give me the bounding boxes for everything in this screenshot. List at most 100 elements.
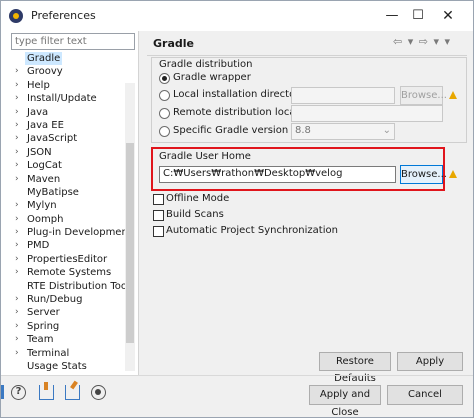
- chevron-right-icon[interactable]: ›: [15, 306, 25, 319]
- tree-item[interactable]: › PMD: [15, 239, 125, 252]
- window-edge-marker: [1, 385, 4, 399]
- tree-item-label: Team: [27, 334, 54, 346]
- auto-sync-label[interactable]: Automatic Project Synchronization: [166, 225, 338, 236]
- tree-item[interactable]: › Remote Systems: [15, 266, 125, 279]
- chevron-right-icon[interactable]: ›: [15, 92, 25, 105]
- tree-item[interactable]: › Team: [15, 333, 125, 346]
- tree-item[interactable]: › Oomph: [15, 213, 125, 226]
- restore-defaults-button[interactable]: Restore Defaults: [319, 352, 391, 384]
- gradle-wrapper-label[interactable]: Gradle wrapper: [173, 72, 251, 83]
- local-warning-icon: [449, 91, 457, 99]
- tree-item[interactable]: › Java EE: [15, 119, 125, 132]
- specific-version-select[interactable]: 8.8 ⌄: [291, 123, 395, 140]
- close-button[interactable]: ✕: [433, 3, 463, 29]
- chevron-right-icon[interactable]: ›: [15, 266, 25, 279]
- tree-item[interactable]: › Spring: [15, 320, 125, 333]
- chevron-right-icon[interactable]: ›: [15, 213, 25, 226]
- gradle-wrapper-radio[interactable]: [159, 73, 170, 84]
- tree-item[interactable]: › Run/Debug: [15, 293, 125, 306]
- tree-item[interactable]: › Install/Update: [15, 92, 125, 105]
- tree-item[interactable]: › Plug-in Development: [15, 226, 132, 239]
- tree-item-label: PMD: [27, 240, 50, 252]
- chevron-right-icon[interactable]: ›: [15, 159, 25, 172]
- export-icon[interactable]: [65, 385, 80, 400]
- chevron-right-icon[interactable]: ›: [15, 79, 25, 92]
- gradle-user-home-browse-button[interactable]: Browse...: [400, 165, 447, 184]
- tree-item-label: Mylyn: [27, 200, 57, 212]
- tree-item[interactable]: › Groovy: [15, 65, 125, 78]
- build-scans-label[interactable]: Build Scans: [166, 209, 224, 220]
- gradle-user-home-input[interactable]: C:₩Users₩rathon₩Desktop₩velog: [159, 166, 396, 183]
- specific-version-label[interactable]: Specific Gradle version: [173, 125, 288, 136]
- chevron-right-icon[interactable]: ›: [15, 173, 25, 186]
- gradle-user-home-legend: Gradle User Home: [159, 151, 251, 162]
- auto-sync-checkbox[interactable]: [153, 226, 164, 237]
- history-nav-arrows[interactable]: ⇦ ▾ ⇨ ▾ ▾: [393, 35, 451, 48]
- tree-item-label: Oomph: [27, 213, 64, 225]
- apply-and-close-button[interactable]: Apply and Close: [309, 385, 381, 418]
- user-home-warning-icon: [449, 170, 457, 178]
- tree-item-label: LogCat: [27, 160, 62, 172]
- local-installation-radio[interactable]: [159, 90, 170, 101]
- tree-item[interactable]: › LogCat: [15, 159, 125, 172]
- tree-item[interactable]: MyBatipse: [15, 186, 125, 199]
- tree-item[interactable]: Usage Stats: [15, 360, 125, 373]
- tree-item[interactable]: Gradle: [15, 52, 125, 66]
- record-icon[interactable]: [91, 385, 106, 400]
- build-scans-checkbox[interactable]: [153, 210, 164, 221]
- maximize-button[interactable]: ☐: [403, 3, 433, 29]
- chevron-right-icon[interactable]: ›: [15, 333, 25, 346]
- chevron-right-icon[interactable]: ›: [15, 106, 25, 119]
- window-title: Preferences: [31, 9, 96, 22]
- tree-item[interactable]: › JavaScript: [15, 132, 125, 145]
- distribution-legend: Gradle distribution: [159, 59, 253, 70]
- chevron-right-icon[interactable]: ›: [15, 239, 25, 252]
- local-installation-field[interactable]: [291, 87, 395, 104]
- chevron-right-icon[interactable]: ›: [15, 293, 25, 306]
- help-icon[interactable]: ?: [11, 385, 26, 400]
- tree-item-label: Maven: [27, 173, 61, 185]
- page-title: Gradle: [153, 37, 194, 50]
- preferences-window: Preferences — ☐ ✕ Gradle›Groovy›Help›Ins…: [0, 0, 474, 418]
- tree-item-label: Remote Systems: [27, 267, 112, 279]
- tree-item[interactable]: › Mylyn: [15, 199, 125, 212]
- tree-scrollbar-thumb[interactable]: [126, 143, 134, 343]
- tree-item[interactable]: › Java: [15, 106, 125, 119]
- offline-mode-checkbox[interactable]: [153, 194, 164, 205]
- offline-mode-label[interactable]: Offline Mode: [166, 193, 229, 204]
- tree-item-label: MyBatipse: [27, 186, 79, 198]
- apply-button[interactable]: Apply: [397, 352, 463, 371]
- tree-item[interactable]: › Server: [15, 306, 125, 319]
- remote-distribution-radio[interactable]: [159, 108, 170, 119]
- chevron-right-icon[interactable]: ›: [15, 226, 25, 239]
- chevron-right-icon[interactable]: ›: [15, 65, 25, 78]
- local-installation-label[interactable]: Local installation directory: [173, 89, 305, 100]
- chevron-right-icon[interactable]: ›: [15, 119, 25, 132]
- tree-item-label: Install/Update: [27, 93, 97, 105]
- chevron-right-icon[interactable]: ›: [15, 253, 25, 266]
- tree-item[interactable]: › Maven: [15, 173, 125, 186]
- chevron-right-icon[interactable]: ›: [15, 132, 25, 145]
- chevron-right-icon[interactable]: ›: [15, 146, 25, 159]
- filter-input[interactable]: [11, 33, 135, 50]
- tree-item-label: Java EE: [27, 119, 64, 131]
- title-bar: Preferences — ☐ ✕: [1, 1, 473, 31]
- chevron-right-icon[interactable]: ›: [15, 199, 25, 212]
- tree-scrollbar[interactable]: [125, 83, 135, 371]
- specific-version-radio[interactable]: [159, 126, 170, 137]
- tree-item[interactable]: › Help: [15, 79, 125, 92]
- tree-item[interactable]: › JSON: [15, 146, 125, 159]
- import-icon[interactable]: [39, 382, 54, 400]
- tree-item-label: PropertiesEditor: [27, 253, 108, 265]
- chevron-right-icon[interactable]: ›: [15, 320, 25, 333]
- eclipse-app-icon: [9, 9, 23, 23]
- tree-item[interactable]: RTE Distribution Tool: [15, 280, 130, 293]
- cancel-button[interactable]: Cancel: [387, 385, 463, 405]
- chevron-right-icon[interactable]: ›: [15, 347, 25, 360]
- tree-item[interactable]: › PropertiesEditor: [15, 253, 125, 266]
- tree-item[interactable]: › Terminal: [15, 347, 125, 360]
- tree-item-label: JavaScript: [27, 133, 78, 145]
- remote-distribution-field[interactable]: [291, 105, 443, 122]
- tree-item-label: Plug-in Development: [27, 227, 132, 239]
- local-browse-button[interactable]: Browse...: [400, 86, 447, 105]
